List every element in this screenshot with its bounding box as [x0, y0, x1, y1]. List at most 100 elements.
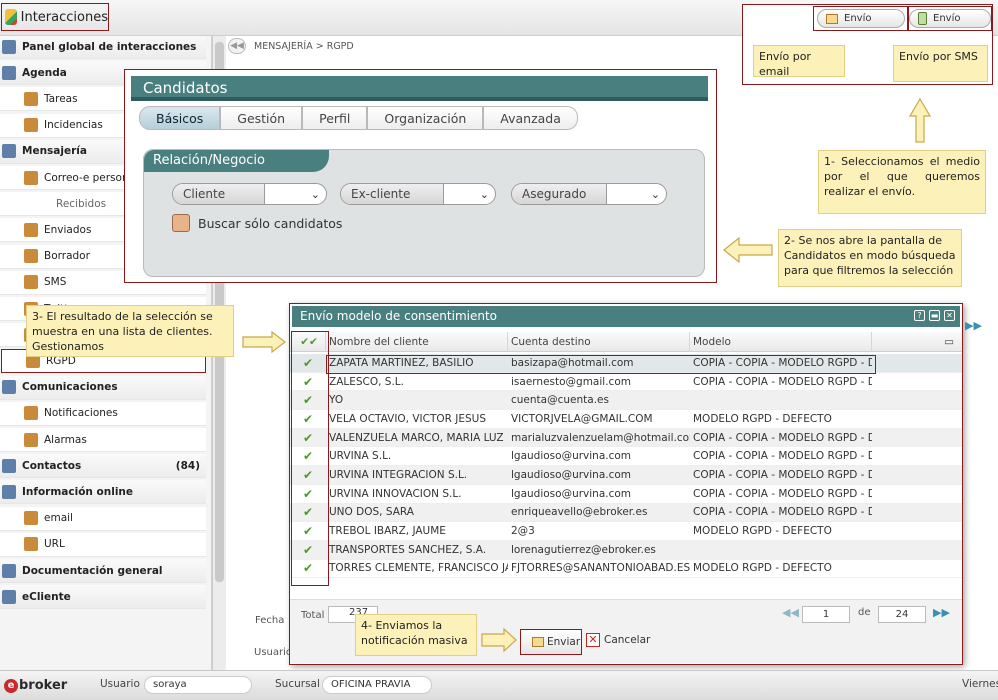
- asegurado-label: Asegurado: [512, 184, 607, 204]
- sidebar-item-ecliente[interactable]: eCliente: [0, 585, 206, 610]
- column-modelo[interactable]: Modelo: [690, 332, 872, 352]
- candidatos-tabs: Básicos Gestión Perfil Organización Avan…: [139, 106, 578, 130]
- sidebar-item-url[interactable]: URL: [0, 532, 206, 557]
- candidatos-title: Candidatos: [131, 76, 708, 101]
- sidebar-item-informaci-n-online[interactable]: Información online: [0, 480, 206, 505]
- close-icon[interactable]: ✕: [944, 310, 955, 321]
- cell-modelo: [690, 541, 872, 559]
- column-chooser-icon[interactable]: ▭: [872, 332, 960, 352]
- sidebar-item-label: Tareas: [44, 92, 78, 105]
- breadcrumb-bar: ◀◀ MENSAJERÍA > RGPD: [228, 38, 354, 54]
- fecha-label: Fecha: [255, 615, 285, 626]
- app-cube-icon: [5, 9, 17, 25]
- table-row[interactable]: ✔ VALENZUELA MARCO, MARIA LUZ marialuzvale…: [290, 428, 962, 448]
- cliente-select[interactable]: Cliente ⌄: [172, 183, 327, 205]
- sidebar-item-documentaci-n-general[interactable]: Documentación general: [0, 559, 206, 583]
- table-row[interactable]: ✔ URVINA INTEGRACION S.L. lgaudioso@urvina…: [290, 466, 962, 485]
- cell-cuenta: lgaudioso@urvina.com: [511, 487, 632, 500]
- cell-nombre: URVINA INTEGRACION S.L.: [329, 468, 468, 481]
- arrow-right-icon: [242, 331, 286, 353]
- table-header: ✔✔ Nombre del cliente Cuenta destino Mod…: [290, 332, 962, 352]
- sidebar-item-label: Mensajería: [22, 145, 87, 158]
- user-icon: [172, 214, 190, 232]
- back-icon[interactable]: ◀◀: [228, 38, 246, 54]
- breadcrumb: MENSAJERÍA > RGPD: [254, 40, 354, 52]
- sidebar-item-icon: [24, 222, 38, 237]
- table-row[interactable]: ✔ URVINA INNOVACION S.L. lgaudioso@urvina.…: [290, 485, 962, 504]
- first-page-icon[interactable]: ◀◀: [782, 606, 799, 619]
- day-label: Viernes: [962, 678, 998, 690]
- logo-text: broker: [19, 678, 68, 693]
- sidebar-item-notificaciones[interactable]: Notificaciones: [0, 401, 206, 426]
- sidebar-item-label: email: [44, 512, 73, 525]
- last-page-icon[interactable]: ▶▶: [933, 606, 950, 619]
- cell-modelo: MODELO RGPD - DEFECTO: [693, 562, 832, 575]
- send-email-button[interactable]: Envío: [817, 9, 905, 28]
- sidebar-item-alarmas[interactable]: Alarmas: [0, 428, 206, 452]
- cell-cuenta: lorenagutierrez@ebroker.es: [511, 543, 656, 556]
- table-row[interactable]: ✔ TREBOL IBARZ, JAUME 2@3 MODELO RGPD - DEF…: [290, 522, 962, 541]
- sidebar-item-icon: [2, 484, 16, 499]
- help-icon[interactable]: ?: [914, 310, 925, 321]
- column-nombre[interactable]: Nombre del cliente: [326, 332, 508, 352]
- send-sms-button[interactable]: Envío: [909, 9, 991, 28]
- tab-gestion[interactable]: Gestión: [220, 106, 303, 130]
- only-candidates-option[interactable]: Buscar sólo candidatos: [172, 214, 342, 232]
- cell-nombre: UNO DOS, SARA: [329, 506, 414, 519]
- table-row[interactable]: ✔ YO cuenta@cuenta.es: [290, 391, 962, 411]
- sidebar-item-icon: [24, 91, 38, 106]
- app-title-label: Interacciones: [20, 9, 108, 25]
- sidebar-item-icon: [2, 144, 16, 159]
- usuario-status-label: Usuario: [100, 678, 140, 690]
- tab-perfil[interactable]: Perfil: [302, 106, 368, 130]
- cell-nombre: URVINA S.L.: [329, 450, 392, 463]
- note-step-2: 2- Se nos abre la pantalla de Candidatos…: [778, 229, 962, 287]
- send-sms-label: Envío: [933, 13, 961, 24]
- page-input[interactable]: 1: [802, 606, 850, 623]
- table-row[interactable]: ✔ ZALESCO, S.L. isaernesto@gmail.com COPIA …: [290, 373, 962, 392]
- envelope-icon: [826, 13, 838, 24]
- ex-cliente-select[interactable]: Ex-cliente ⌄: [340, 183, 496, 205]
- sidebar-item-icon: [2, 65, 16, 80]
- email-caption-note: Envío por email: [753, 45, 845, 78]
- table-row[interactable]: ✔ URVINA S.L. lgaudioso@urvina.com COPIA - …: [290, 447, 962, 467]
- relacion-negocio-section: Relación/Negocio Cliente ⌄ Ex-cliente ⌄ …: [143, 149, 705, 277]
- sidebar-item-label: Contactos: [22, 459, 82, 472]
- sidebar-item-icon: [24, 511, 38, 526]
- sidebar-item-label: URL: [44, 538, 65, 551]
- tab-organizacion[interactable]: Organización: [367, 106, 484, 130]
- sidebar-item-contactos[interactable]: Contactos (84): [0, 454, 206, 479]
- send-button[interactable]: Enviar: [520, 629, 582, 655]
- tab-basicos[interactable]: Básicos: [139, 106, 221, 130]
- asegurado-select[interactable]: Asegurado ⌄: [511, 183, 667, 205]
- cell-cuenta: marialuzvalenzuelam@hotmail.com: [511, 431, 690, 444]
- tab-avanzada[interactable]: Avanzada: [483, 106, 578, 130]
- sidebar-item-panel-global-de-interacciones[interactable]: Panel global de interacciones: [0, 36, 206, 59]
- arrow-left-icon: [723, 237, 773, 263]
- minimize-icon[interactable]: ▬: [929, 310, 940, 321]
- sidebar-item-label: eCliente: [22, 590, 71, 603]
- send-button-label: Enviar: [547, 636, 581, 648]
- table-row[interactable]: ✔TORRES CLEMENTE, FRANCISCO JAVIERFJTORR…: [290, 560, 962, 579]
- cell-modelo: MODELO RGPD - DEFECTO: [693, 525, 832, 538]
- table-row[interactable]: ✔ UNO DOS, SARA enriqueavello@ebroker.es CO…: [290, 503, 962, 523]
- table-row[interactable]: ✔ TRANSPORTES SANCHEZ, S.A. lorenagutierre…: [290, 540, 962, 560]
- sidebar-item-comunicaciones[interactable]: Comunicaciones: [0, 375, 206, 400]
- candidatos-panel: Candidatos Básicos Gestión Perfil Organi…: [124, 69, 717, 283]
- note-step-3: 3- El resultado de la selección se muest…: [26, 305, 234, 357]
- note-step-4: 4- Enviamos la notificación masiva: [355, 614, 477, 656]
- cancel-button-label: Cancelar: [604, 634, 651, 646]
- ebroker-logo: e broker: [4, 678, 67, 693]
- page-total: 24: [878, 606, 926, 623]
- sidebar-item-icon: [24, 432, 38, 447]
- next-page-icon[interactable]: ▶▶: [965, 319, 982, 332]
- envelope-icon: [532, 637, 544, 647]
- app-title[interactable]: Interacciones: [1, 3, 109, 31]
- cancel-button[interactable]: ✕ Cancelar: [586, 633, 650, 647]
- column-cuenta[interactable]: Cuenta destino: [508, 332, 690, 352]
- cell-modelo: COPIA - COPIA - MODELO RGPD - DE: [693, 487, 872, 500]
- sidebar-item-email[interactable]: email: [0, 506, 206, 531]
- table-row[interactable]: ✔ VELA OCTAVIO, VICTOR JESUS VICTORJVELA@G…: [290, 410, 962, 429]
- cell-nombre: TORRES CLEMENTE, FRANCISCO JAVIER: [329, 562, 508, 575]
- client-table-body: ✔ ZAPATA MARTINEZ, BASILIO basizapa@hotmai…: [290, 354, 962, 579]
